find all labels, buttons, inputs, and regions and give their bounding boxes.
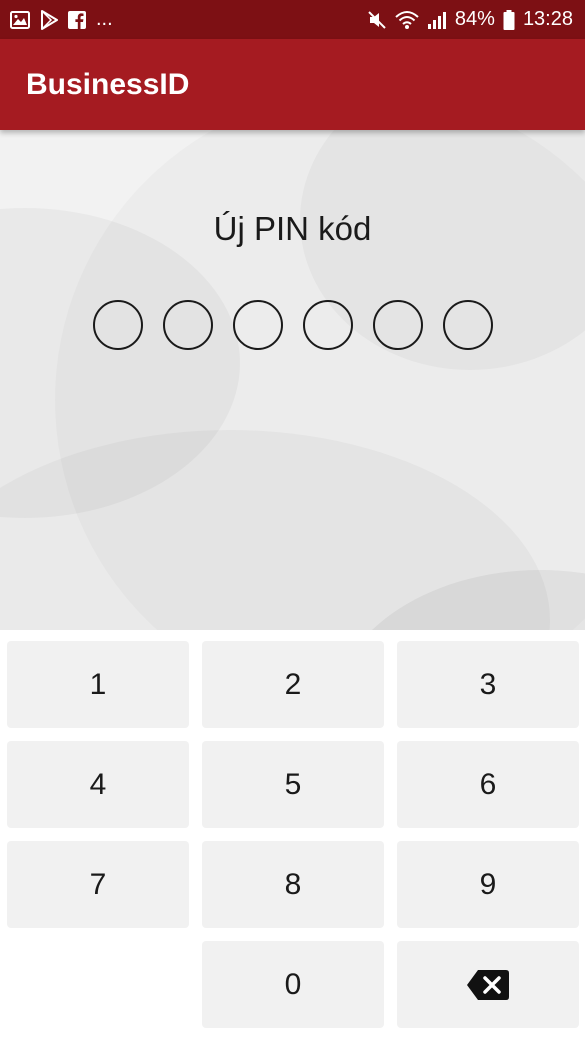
- pin-entry-area: Új PIN kód: [0, 130, 585, 630]
- key-2[interactable]: 2: [202, 641, 384, 728]
- app-title: BusinessID: [26, 67, 190, 101]
- clock: 13:28: [522, 8, 573, 30]
- pin-dot: [372, 300, 423, 350]
- battery-icon: [503, 9, 515, 30]
- battery-percent: 84%: [454, 8, 495, 30]
- key-3[interactable]: 3: [397, 641, 579, 728]
- backspace-button[interactable]: [397, 941, 579, 1028]
- facebook-icon: [68, 10, 86, 29]
- key-6[interactable]: 6: [397, 741, 579, 828]
- app-bar: BusinessID: [0, 39, 585, 130]
- pin-indicator: [0, 300, 585, 350]
- key-0[interactable]: 0: [202, 941, 384, 1028]
- more-notifications: ...: [96, 8, 113, 30]
- pin-title: Új PIN kód: [213, 210, 372, 247]
- pin-dot: [92, 300, 143, 350]
- image-icon: [10, 10, 30, 29]
- key-5[interactable]: 5: [202, 741, 384, 828]
- pin-dot: [232, 300, 283, 350]
- notification-icons: ...: [10, 8, 113, 31]
- key-4[interactable]: 4: [7, 741, 189, 828]
- pin-dot: [162, 300, 213, 350]
- pin-dot: [442, 300, 493, 350]
- wifi-icon: [395, 10, 419, 30]
- status-bar: ... 84% 13:28: [0, 0, 585, 39]
- key-9[interactable]: 9: [397, 841, 579, 928]
- numeric-keypad: 1 2 3 4 5 6 7 8 9 0: [0, 630, 585, 1039]
- key-1[interactable]: 1: [7, 641, 189, 728]
- pin-dot: [302, 300, 353, 350]
- play-store-icon: [40, 9, 58, 30]
- backspace-icon: [466, 969, 510, 1001]
- key-7[interactable]: 7: [7, 841, 189, 928]
- mute-icon: [367, 10, 387, 30]
- system-icons: 84% 13:28: [367, 8, 573, 31]
- signal-icon: [427, 10, 447, 30]
- key-8[interactable]: 8: [202, 841, 384, 928]
